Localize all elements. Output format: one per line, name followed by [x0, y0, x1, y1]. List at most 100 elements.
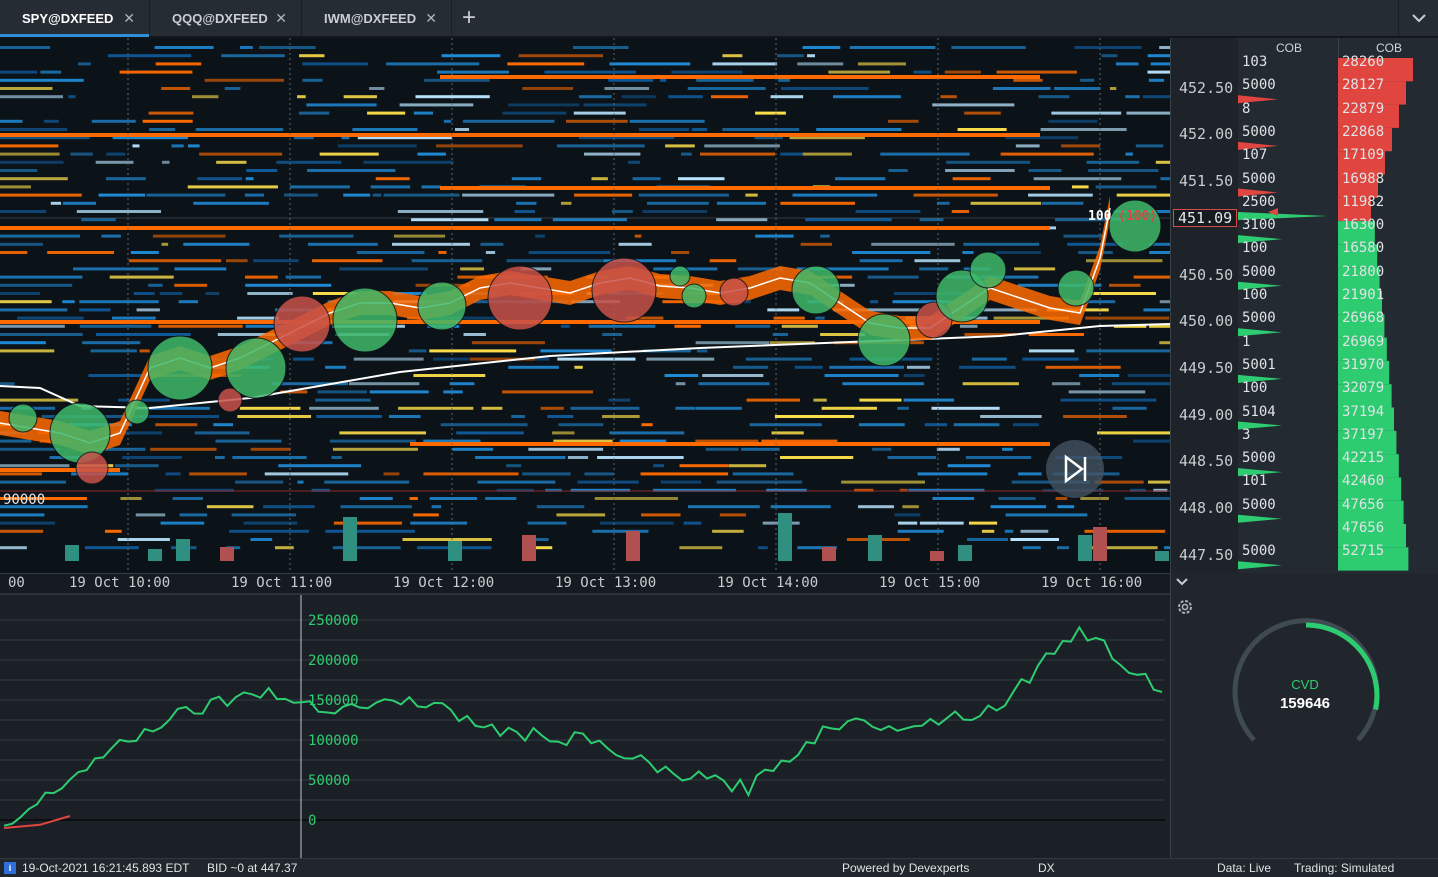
liquidity-streak: [278, 464, 362, 468]
liquidity-streak: [1067, 242, 1123, 246]
cvd-panel: CVD 159646: [1170, 573, 1438, 858]
liquidity-streak: [154, 46, 214, 49]
plus-icon[interactable]: +: [462, 4, 476, 32]
liquidity-streak: [0, 128, 68, 131]
cob-left-value: 103: [1242, 54, 1268, 70]
liquidity-streak: [749, 423, 822, 427]
liquidity-streak: [274, 546, 294, 550]
cob-left-value: 100: [1242, 380, 1268, 397]
liquidity-streak: [302, 62, 368, 66]
liquidity-streak: [343, 193, 371, 197]
liquidity-streak: [887, 456, 937, 459]
liquidity-streak: [0, 169, 38, 172]
liquidity-streak: [413, 513, 439, 517]
liquidity-streak: [276, 160, 342, 164]
liquidity-streak: [1111, 382, 1170, 386]
liquidity-streak: [0, 185, 31, 189]
tab-qqq[interactable]: QQQ@DXFEED ✕: [150, 0, 302, 36]
liquidity-streak: [0, 87, 53, 90]
cob-left-value: 2500: [1242, 193, 1276, 210]
liquidity-streak: [1127, 374, 1170, 377]
liquidity-streak: [1116, 193, 1170, 197]
liquidity-streak: [244, 193, 264, 197]
liquidity-streak: [297, 480, 304, 484]
cob-right-value: 26968: [1342, 310, 1385, 327]
price-tick: 448.00: [1179, 499, 1234, 517]
liquidity-streak: [992, 87, 1051, 90]
liquidity-streak: [413, 111, 433, 115]
time-axis[interactable]: 00 19 Oct 10:00 19 Oct 11:00 19 Oct 12:0…: [0, 573, 1170, 593]
close-icon[interactable]: ✕: [123, 10, 135, 27]
liquidity-streak: [773, 316, 805, 320]
volume-bar: [448, 541, 462, 561]
liquidity-streak: [516, 201, 537, 205]
liquidity-streak: [591, 177, 608, 181]
liquidity-streak: [232, 456, 307, 459]
liquidity-streak: [0, 472, 42, 476]
liquidity-streak: [264, 472, 349, 476]
liquidity-streak: [117, 538, 170, 541]
time-tick: 19 Oct 12:00: [393, 575, 495, 591]
chevron-down-icon[interactable]: [1175, 575, 1189, 589]
liquidity-streak: [745, 357, 812, 361]
liquidity-streak: [369, 390, 429, 394]
trade-bubble: [417, 281, 467, 331]
liquidity-streak: [1147, 70, 1170, 74]
liquidity-streak: [691, 128, 708, 131]
cob-left-value: 5000: [1242, 496, 1276, 513]
liquidity-streak: [611, 210, 633, 213]
liquidity-streak: [968, 521, 998, 525]
liquidity-streak: [0, 464, 70, 468]
replay-button[interactable]: [1046, 440, 1104, 498]
info-icon[interactable]: i: [4, 862, 16, 874]
liquidity-streak: [767, 308, 800, 312]
tab-iwm[interactable]: IWM@DXFEED ✕: [302, 0, 452, 36]
liquidity-streak: [936, 201, 950, 205]
liquidity-streak: [118, 398, 170, 402]
cob-panel[interactable]: COB COB 103 28260 5000 28127 8 22879 5000 22868…: [1238, 38, 1438, 573]
liquidity-streak: [897, 529, 944, 533]
trade-bubble: [225, 337, 287, 399]
liquidity-streak: [594, 497, 678, 500]
liquidity-streak: [679, 546, 723, 550]
liquidity-streak: [507, 62, 585, 66]
liquidity-streak: [132, 144, 140, 148]
tab-spy[interactable]: SPY@DXFEED ✕: [0, 0, 150, 37]
liquidity-streak: [250, 538, 273, 541]
liquidity-streak: [646, 201, 709, 205]
liquidity-streak: [894, 513, 921, 517]
price-axis[interactable]: 452.50 452.00 451.50 450.50 450.00 449.5…: [1170, 38, 1238, 573]
gear-icon[interactable]: [1175, 597, 1195, 617]
tab-menu-button[interactable]: [1398, 0, 1438, 36]
cvd-indicator-chart[interactable]: 250000 200000 150000 100000 50000 0: [0, 593, 1170, 858]
liquidity-streak: [0, 349, 55, 353]
liquidity-streak: [179, 513, 208, 517]
liquidity-streak: [174, 267, 227, 271]
liquidity-streak: [1013, 78, 1043, 82]
liquidity-streak: [842, 382, 924, 386]
liquidity-streak: [898, 521, 918, 525]
liquidity-streak: [1074, 46, 1142, 49]
liquidity-streak: [245, 283, 332, 287]
liquidity-streak: [108, 54, 192, 58]
cvd-y-tick: 150000: [308, 693, 359, 709]
tab-label: IWM@DXFEED: [324, 10, 417, 26]
last-trade-label: 100: [1088, 209, 1112, 224]
heatmap-chart[interactable]: 90000 100 (100): [0, 38, 1170, 573]
liquidity-streak: [678, 177, 725, 181]
liquidity-streak: [316, 415, 382, 418]
liquidity-streak: [638, 193, 729, 197]
liquidity-streak: [932, 103, 1015, 107]
close-icon[interactable]: ✕: [425, 10, 437, 27]
cob-size-bar: [1238, 514, 1282, 523]
liquidity-streak: [502, 390, 593, 394]
volume-bar: [778, 513, 792, 561]
liquidity-streak: [47, 251, 115, 254]
liquidity-streak: [849, 46, 936, 49]
close-icon[interactable]: ✕: [275, 10, 287, 27]
cob-right-value: 26969: [1342, 333, 1385, 350]
liquidity-streak: [0, 70, 37, 74]
liquidity-streak: [583, 103, 647, 107]
liquidity-streak: [353, 357, 424, 361]
cob-right-value: 16988: [1342, 170, 1385, 187]
